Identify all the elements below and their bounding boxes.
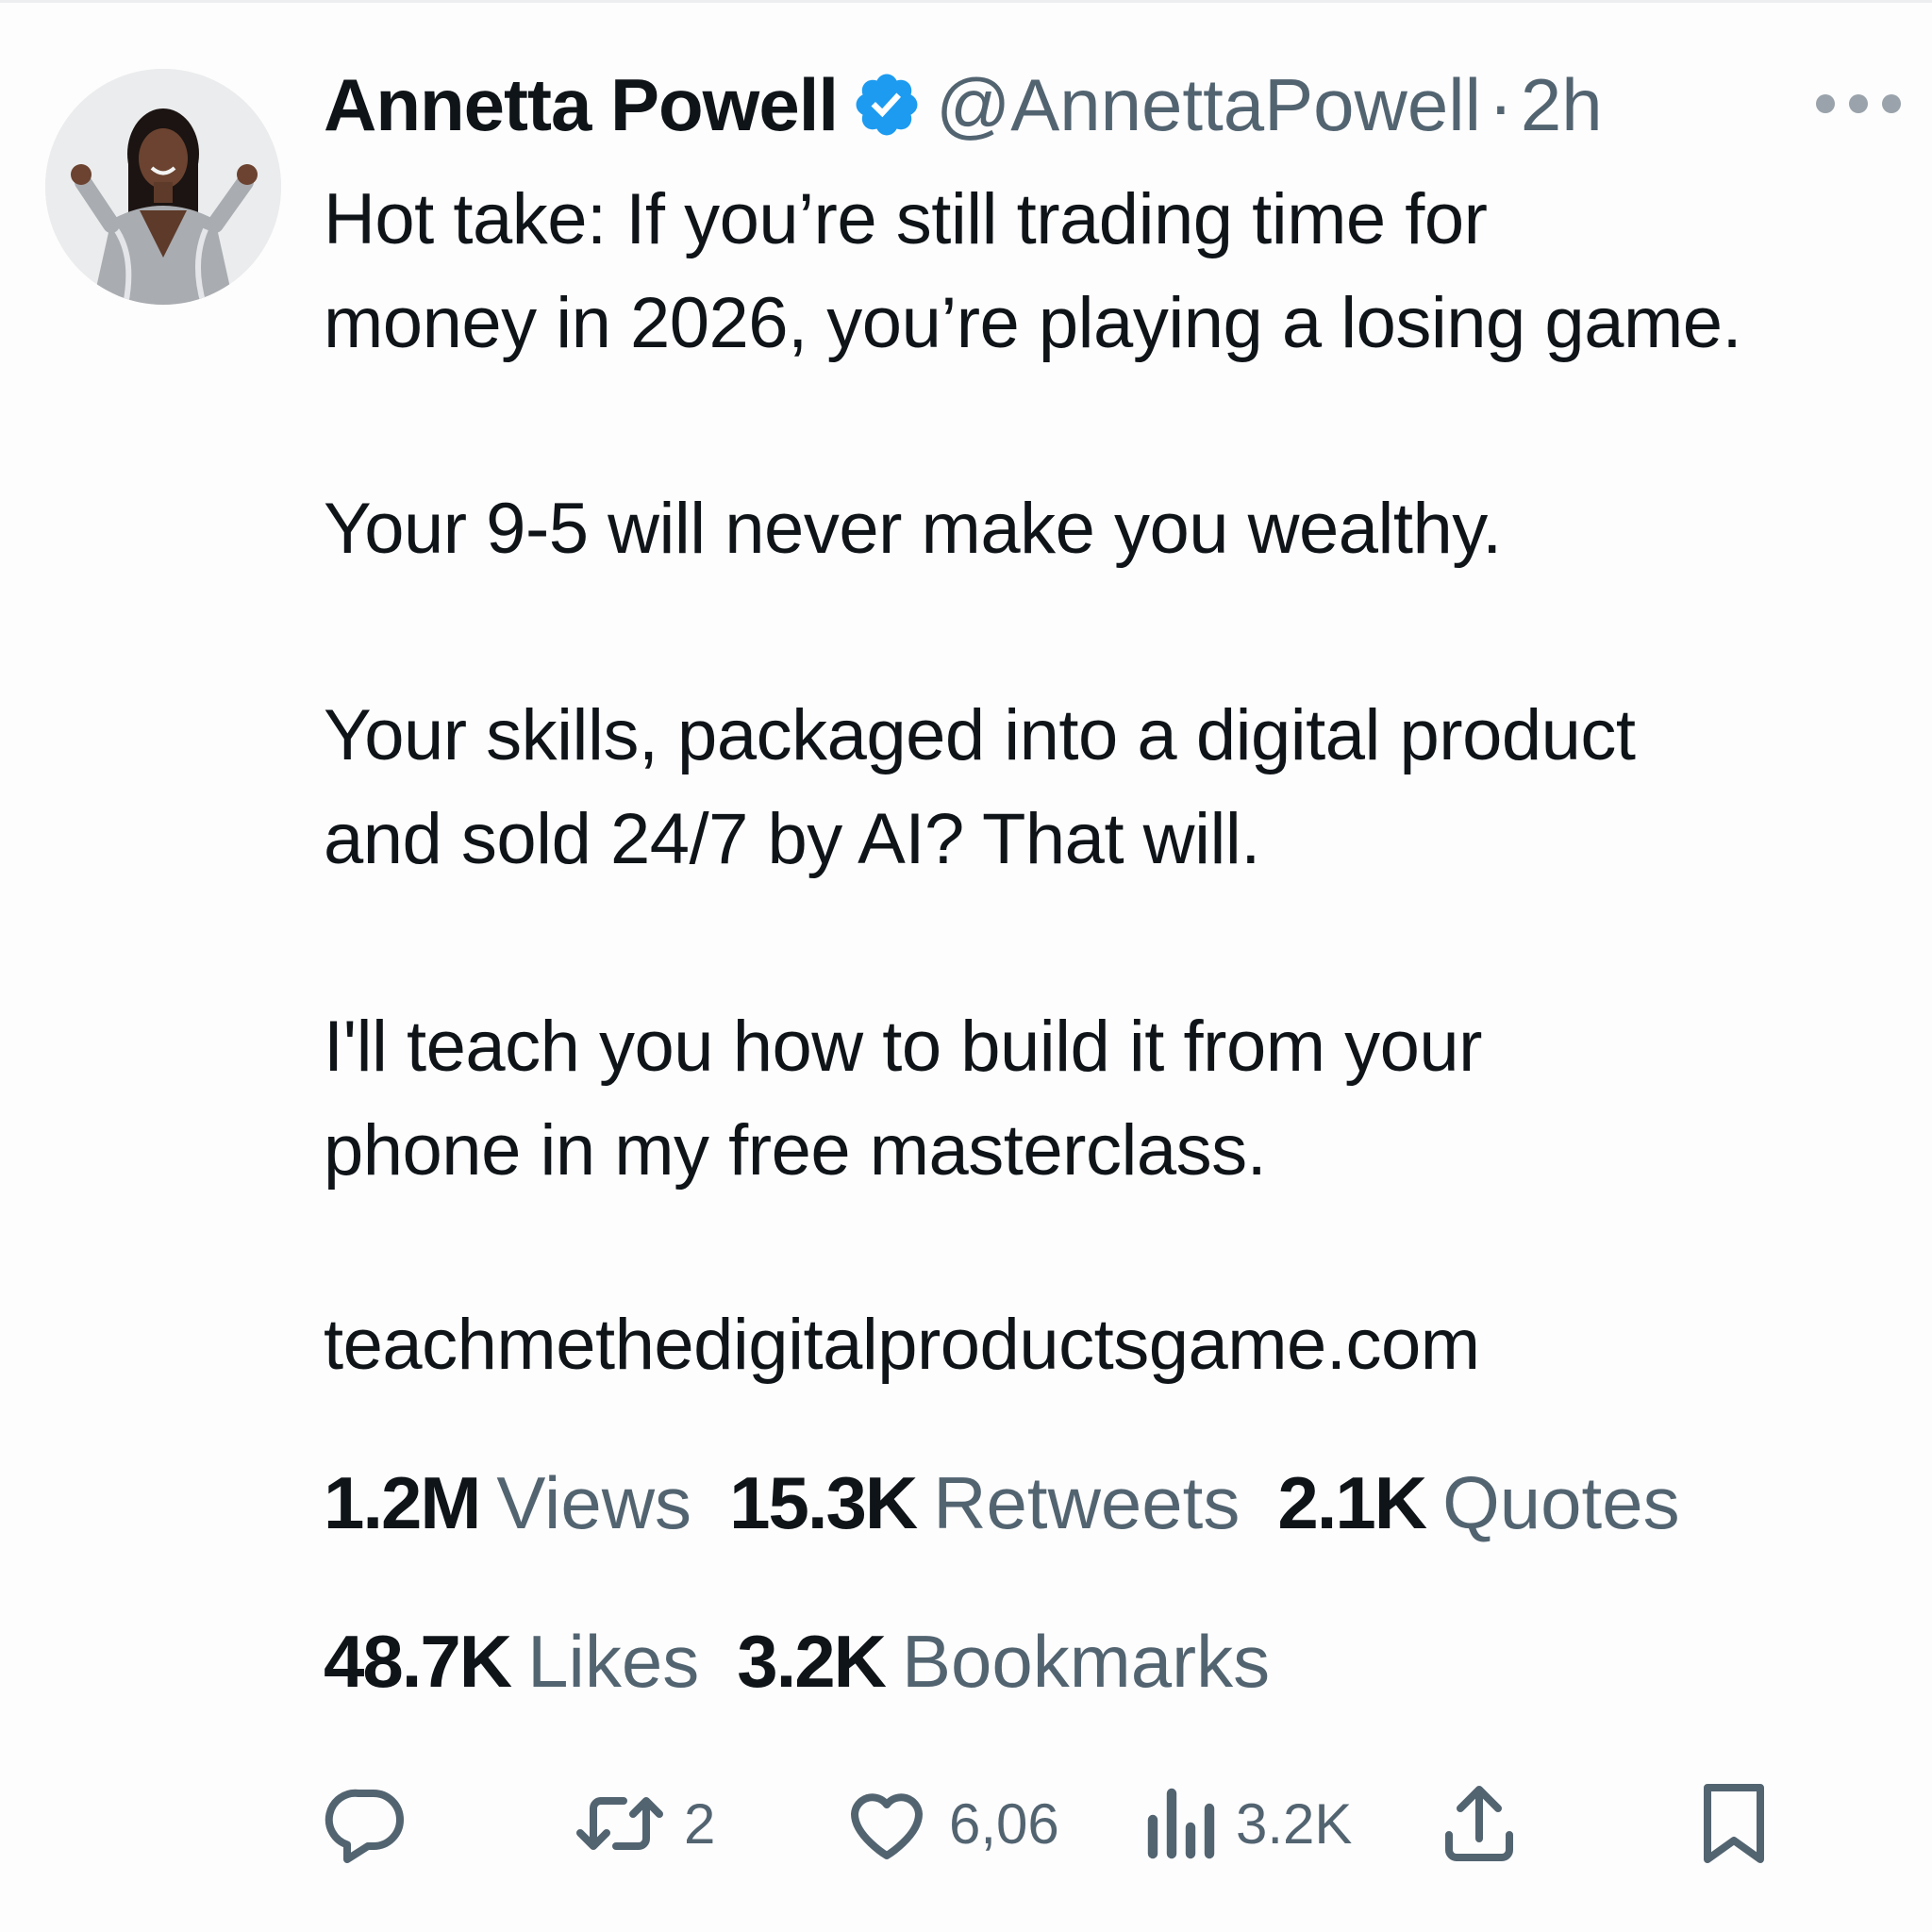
stat-label: Likes (527, 1619, 700, 1703)
display-name[interactable]: Annetta Powell (324, 62, 839, 148)
stat-value: 1.2M (324, 1460, 481, 1544)
tweet-paragraph-1: Hot take: If you’re still trading time f… (324, 168, 1742, 375)
action-bar: 2 6,06 3.2K (0, 1776, 1932, 1871)
like-count: 6,06 (949, 1791, 1059, 1856)
stats-row-1: 1.2M Views 15.3K Retweets 2.1K Quotes (324, 1456, 1718, 1550)
handle[interactable]: @AnnettaPowell (936, 62, 1481, 148)
bookmark-icon (1704, 1784, 1764, 1863)
reply-button[interactable] (321, 1776, 411, 1871)
stat-likes[interactable]: 48.7K Likes (324, 1619, 699, 1705)
verified-badge-icon (851, 69, 923, 141)
tweet-paragraph-4: I'll teach you how to build it from your… (324, 995, 1483, 1203)
stat-value: 48.7K (324, 1619, 512, 1703)
bookmark-button[interactable] (1689, 1776, 1779, 1871)
tweet-line: I'll teach you how to build it from your (324, 1007, 1483, 1087)
views-button[interactable]: 3.2K (1141, 1776, 1352, 1871)
share-icon (1445, 1786, 1513, 1861)
like-button[interactable]: 6,06 (840, 1776, 1059, 1871)
tweet-paragraph-2: Your 9-5 will never make you wealthy. (324, 477, 1502, 581)
stat-quotes[interactable]: 2.1K Quotes (1277, 1460, 1679, 1546)
avatar[interactable] (45, 69, 281, 305)
stat-label: Bookmarks (902, 1619, 1271, 1703)
views-count: 3.2K (1236, 1791, 1353, 1856)
tweet-card: Annetta Powell @AnnettaPowell · 2h Hot t… (0, 0, 1932, 1932)
tweet-link[interactable]: teachmethedigitalproductsgame.com (324, 1293, 1480, 1397)
stat-bookmarks[interactable]: 3.2K Bookmarks (737, 1619, 1270, 1705)
tweet-line: Your skills, packaged into a digital pro… (324, 695, 1636, 775)
stat-label: Views (496, 1460, 692, 1544)
stat-retweets[interactable]: 15.3K Retweets (729, 1460, 1240, 1546)
stats-row-2: 48.7K Likes 3.2K Bookmarks (324, 1614, 1307, 1708)
tweet-line: Hot take: If you’re still trading time f… (324, 179, 1488, 259)
tweet-line: money in 2026, you’re playing a losing g… (324, 283, 1742, 363)
share-button[interactable] (1434, 1776, 1524, 1871)
stat-value: 15.3K (729, 1460, 918, 1544)
tweet-paragraph-3: Your skills, packaged into a digital pro… (324, 684, 1636, 891)
stat-views[interactable]: 1.2M Views (324, 1460, 691, 1546)
tweet-line: and sold 24/7 by AI? That will. (324, 799, 1260, 879)
reply-icon (325, 1789, 404, 1863)
tweet-header: Annetta Powell @AnnettaPowell · 2h (324, 58, 1603, 152)
tweet-paragraph-5: teachmethedigitalproductsgame.com (324, 1293, 1480, 1397)
avatar-image (45, 69, 281, 305)
retweet-button[interactable]: 2 (571, 1776, 715, 1871)
stat-value: 3.2K (737, 1619, 887, 1703)
tweet-line: Your 9-5 will never make you wealthy. (324, 489, 1502, 569)
more-options-icon[interactable] (1816, 83, 1901, 125)
stat-label: Retweets (933, 1460, 1241, 1544)
bar-chart-icon (1147, 1788, 1215, 1859)
tweet-line: phone in my free masterclass. (324, 1110, 1267, 1191)
retweet-count: 2 (684, 1791, 716, 1856)
stat-label: Quotes (1442, 1460, 1680, 1544)
heart-icon (851, 1793, 923, 1859)
retweet-icon (576, 1797, 663, 1850)
separator-dot: · (1488, 62, 1513, 146)
timestamp[interactable]: 2h (1521, 62, 1603, 148)
stat-value: 2.1K (1277, 1460, 1427, 1544)
